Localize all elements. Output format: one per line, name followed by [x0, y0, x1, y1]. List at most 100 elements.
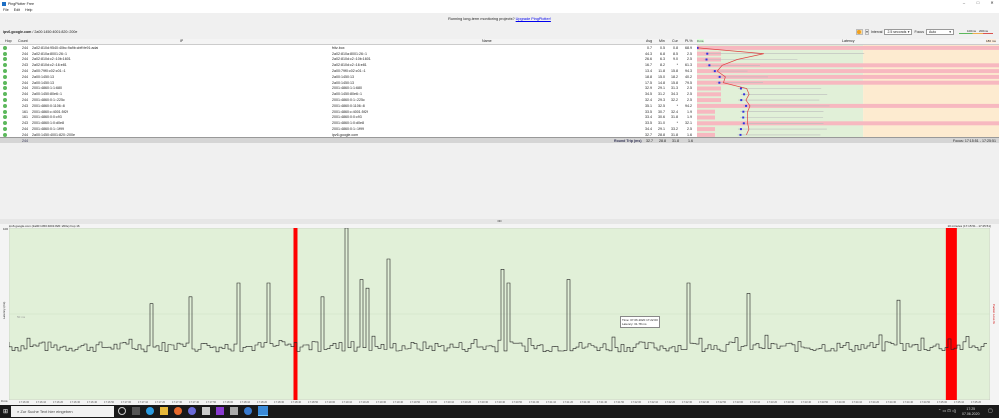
task-view-icon[interactable]	[132, 407, 140, 415]
min: 31.2	[658, 92, 665, 97]
cur: 15.8	[671, 69, 678, 74]
ip-address: 2001:4860:0:0:c93	[32, 115, 62, 120]
menu-edit[interactable]: Edit	[14, 8, 20, 12]
app-icon[interactable]	[188, 407, 196, 415]
y-max-label: 100	[3, 227, 9, 231]
hop-count: 244	[22, 98, 28, 103]
hop-icon	[3, 80, 7, 85]
app-icon[interactable]	[216, 407, 224, 415]
min-marker	[742, 116, 745, 119]
col-name[interactable]: Name	[482, 39, 492, 43]
col-latency[interactable]: Latency	[842, 39, 855, 43]
hop-count: 161	[22, 115, 28, 120]
x-tick-label: 17:16:30	[70, 401, 81, 404]
ip-address: 2001:4860:0:1::225c	[32, 98, 65, 103]
col-cur[interactable]: Cur	[672, 39, 678, 43]
explorer-icon[interactable]	[160, 407, 168, 415]
x-tick-label: 17:24:00	[835, 401, 846, 404]
x-tick-label: 17:21:50	[614, 401, 625, 404]
cur: *	[676, 121, 678, 126]
hop-name: 2a00:79f0:c02:c01::1	[332, 69, 366, 74]
min: 11.8	[658, 69, 665, 74]
min-marker	[718, 81, 721, 84]
clock[interactable]: 17:25 07.06.2020	[962, 407, 980, 416]
x-tick-label: 17:24:20	[869, 401, 880, 404]
avg: 16.7	[645, 63, 652, 68]
min-marker	[718, 75, 721, 78]
x-tick-label: 17:18:40	[291, 401, 302, 404]
pl: 2.5	[687, 86, 692, 91]
hop-name: 2001:4860:1:0:d0e8	[332, 121, 364, 126]
pause-button[interactable]	[855, 29, 863, 35]
col-pl[interactable]: PL%	[685, 39, 693, 43]
app-icon[interactable]	[244, 407, 252, 415]
focus-value: Auto	[929, 30, 937, 34]
min: 6.8	[660, 51, 665, 56]
x-tick-label: 17:20:00	[427, 401, 438, 404]
packet-loss-marker	[945, 228, 957, 400]
avg: 13.4	[645, 69, 652, 74]
x-tick-label: 17:23:30	[784, 401, 795, 404]
latency-timeline-chart[interactable]: 50 ms	[9, 228, 990, 400]
x-tick-label: 17:20:20	[461, 401, 472, 404]
maximize-button[interactable]: □	[971, 0, 985, 5]
minimize-button[interactable]: –	[957, 0, 971, 5]
x-tick-label: 17:24:40	[903, 401, 914, 404]
col-ip[interactable]: IP	[180, 39, 183, 43]
avg: 0.7	[647, 45, 652, 50]
avg: 33.5	[645, 109, 652, 114]
cur: 31.8	[671, 115, 678, 120]
interval-value: 2.5 seconds	[887, 30, 907, 34]
hop-name: 2001:4860:c:4001:5f2f	[332, 109, 368, 114]
focus-select[interactable]: Auto ▾	[926, 29, 954, 35]
summary-row: 244 Round Trip (ms) 32.7 28.8 31.8 1.6 F…	[0, 137, 999, 143]
hop-name: 2001:4860:0:0:c93	[332, 115, 362, 120]
ip-address: 2001:4860:1:1:680	[32, 86, 62, 91]
x-tick-label: 17:19:50	[410, 401, 421, 404]
cortana-icon[interactable]	[118, 407, 126, 415]
min-marker	[745, 104, 748, 107]
pl: 2.5	[687, 98, 692, 103]
firefox-icon[interactable]	[174, 407, 182, 415]
tray-icons[interactable]: ⌃ ▭ ⊡ ◁)	[938, 408, 956, 413]
packet-loss-marker	[293, 228, 298, 400]
tooltip: Time: 07.06.2020 17:22:00 Latency: 31.78 …	[620, 316, 660, 328]
x-tick-label: 17:18:50	[308, 401, 319, 404]
edge-icon[interactable]	[146, 407, 154, 415]
interval-select[interactable]: 2.5 seconds ▾	[884, 29, 913, 35]
menu-bar: File Edit Help	[0, 7, 999, 13]
close-button[interactable]: ✕	[985, 0, 999, 5]
cur: 18.2	[671, 74, 678, 79]
play-dropdown[interactable]: ▾	[864, 29, 869, 35]
taskbar-search[interactable]: ⌕ Zur Suche Text hier eingeben	[11, 406, 114, 417]
min-marker	[705, 58, 708, 61]
notification-icon[interactable]: ▢	[988, 408, 993, 414]
col-min[interactable]: Min	[659, 39, 665, 43]
hop-count: 244	[22, 74, 28, 79]
min: 15.0	[658, 74, 665, 79]
col-count[interactable]: Count	[18, 39, 28, 43]
x-tick-label: 17:23:50	[818, 401, 829, 404]
app-icon[interactable]	[202, 407, 210, 415]
menu-help[interactable]: Help	[25, 8, 32, 12]
target-label: ipv6.google.com / 2a00:1450:4001:820::20…	[3, 30, 77, 34]
packet-loss-bar	[697, 92, 721, 97]
col-avg[interactable]: Avg	[646, 39, 652, 43]
x-tick-label: 17:16:20	[53, 401, 64, 404]
banner-text: Running long-term monitoring projects?	[448, 17, 515, 21]
pingplotter-taskbar-icon[interactable]	[258, 406, 268, 416]
upgrade-link[interactable]: Upgrade PingPlotter!	[516, 17, 551, 21]
windows-start-icon[interactable]: ⊞	[3, 408, 8, 415]
cur: *	[676, 63, 678, 68]
x-tick-label: 17:20:30	[478, 401, 489, 404]
hop-icon	[3, 45, 7, 50]
min-marker	[713, 70, 716, 73]
x-tick-label: 17:24:50	[920, 401, 931, 404]
x-tick-label: 17:19:10	[342, 401, 353, 404]
hop-name: 2001:4860:1:1:680	[332, 86, 362, 91]
x-tick-label: 17:19:20	[359, 401, 370, 404]
summary-pl: 1.6	[688, 138, 693, 143]
col-hop[interactable]: Hop	[5, 39, 12, 43]
app-icon[interactable]	[230, 407, 238, 415]
menu-file[interactable]: File	[3, 8, 9, 12]
